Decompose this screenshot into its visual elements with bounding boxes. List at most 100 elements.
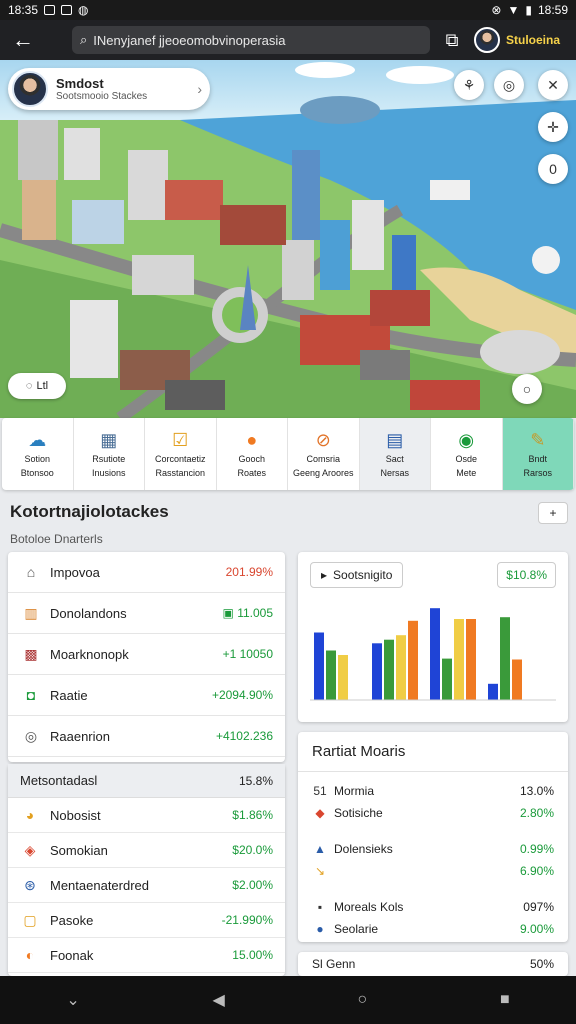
market-right-row[interactable]: ↘ 6.90% xyxy=(298,860,568,882)
user-avatar xyxy=(12,71,48,107)
market-label: Nobosist xyxy=(50,807,101,823)
market-right-label: Mormia xyxy=(334,784,375,798)
keyboard-icon[interactable]: ⌄ xyxy=(66,990,79,1010)
back-icon[interactable]: ◀ xyxy=(213,990,225,1010)
tab-label-line1: Sotion xyxy=(24,454,51,464)
market-right-row[interactable]: ● Seolarie 9.00% xyxy=(298,918,568,940)
section-title: Kotortnajiolotackes xyxy=(10,502,169,521)
market-right-icon: ▲ xyxy=(314,842,326,856)
chart-bar xyxy=(372,643,382,700)
chart-bar xyxy=(466,619,476,700)
recents-icon[interactable]: ■ xyxy=(500,991,510,1009)
search-map-icon[interactable]: ○ xyxy=(512,374,542,404)
chevron-right-icon: › xyxy=(197,81,202,97)
chart-bar xyxy=(442,658,452,700)
chart-bar xyxy=(430,608,440,700)
market-row[interactable]: ◕ Nobosist $1.86% xyxy=(8,798,285,833)
sync-icon: ◍ xyxy=(78,3,89,17)
status-bar: 18:35 ◍ ⊗ ▼ ▮ 18:59 xyxy=(0,0,576,20)
user-card[interactable]: Smdost Sootsmooio Stackes › xyxy=(8,68,210,110)
market-value: 15.00% xyxy=(232,948,273,962)
tab-label-line2: Inusions xyxy=(91,468,126,478)
tab-icon: ◉ xyxy=(458,430,475,450)
market-right-value: 6.90% xyxy=(519,864,554,878)
tab-2[interactable]: ☑ Corcontaetiz Rasstancion xyxy=(145,418,217,490)
market-right-row[interactable]: ▪ Moreals Kols 097% xyxy=(298,896,568,918)
tab-label-line1: Gooch xyxy=(238,454,266,464)
external-link-icon[interactable]: ⧉ xyxy=(438,30,466,51)
layers-icon[interactable]: ⚘ xyxy=(454,70,484,100)
user-subtitle: Sootsmooio Stackes xyxy=(56,91,148,102)
tab-5[interactable]: ▤ Sact Nersas xyxy=(359,418,431,490)
tab-icon: ✎ xyxy=(530,430,546,450)
list-item[interactable]: ▥ Donolandons ▣ 11.005 xyxy=(8,593,285,634)
tab-7[interactable]: ✎ Bndt Rarsos xyxy=(502,418,574,490)
list-label: Raatie xyxy=(50,687,88,703)
list-value: 201.99% xyxy=(225,565,273,579)
market-header: Metsontadasl 15.8% xyxy=(8,764,285,798)
market-label: Mentaenaterdred xyxy=(50,877,150,893)
time-right: 18:59 xyxy=(537,3,568,17)
market-value: $20.0% xyxy=(232,843,273,857)
tab-1[interactable]: ▦ Rsutiote Inusions xyxy=(74,418,145,490)
market-right-label: Dolensieks xyxy=(334,842,393,856)
locate-icon[interactable]: ◎ xyxy=(494,70,524,100)
market-row[interactable]: ⊛ Mentaenaterdred $2.00% xyxy=(8,868,285,903)
market-icon: ◕ xyxy=(25,807,35,823)
more-button[interactable]: + xyxy=(538,502,568,524)
tab-label-line2: Btonsoo xyxy=(20,468,54,478)
last-row-label: Sl Genn xyxy=(312,957,356,971)
market-row[interactable]: ◈ Somokian $20.0% xyxy=(8,833,285,868)
tools-icon[interactable]: ✕ xyxy=(538,70,568,100)
chart-bar xyxy=(326,650,336,700)
list-item[interactable]: ▩ Moarknonopk +1 10050 xyxy=(8,634,285,675)
list-icon: ◎ xyxy=(24,727,38,744)
list-item[interactable]: ◎ Raaenrion +4102.236 xyxy=(8,716,285,757)
market-right-icon: ● xyxy=(316,922,324,936)
list-icon: ▥ xyxy=(24,604,38,621)
market-right-icon: ↘ xyxy=(314,864,326,878)
market-row[interactable]: ◐ Foonak 15.00% xyxy=(8,938,285,973)
city-map[interactable]: Smdost Sootsmooio Stackes › ⚘ ◎ ✕ ✛ 0 ○ ◌… xyxy=(0,60,576,418)
tab-label-line2: Roates xyxy=(237,468,267,478)
mail-icon xyxy=(61,5,73,15)
city-illustration xyxy=(0,60,576,418)
list-item[interactable]: ◘ Raatie +2094.90% xyxy=(8,675,285,716)
list-item[interactable]: ⌂ Impovoa 201.99% xyxy=(8,552,285,593)
battery-icon: ▮ xyxy=(525,3,532,17)
market-header-label: Metsontadasl xyxy=(20,773,98,788)
market-right-row[interactable]: ▲ Dolensieks 0.99% xyxy=(298,838,568,860)
market-right-label: Seolarie xyxy=(334,922,379,936)
market-right-value: 0.99% xyxy=(519,842,554,856)
tab-label-line1: Corcontaetiz xyxy=(154,454,206,464)
list-value: +1 10050 xyxy=(222,647,273,661)
market-icon: ⊛ xyxy=(24,876,36,893)
chart-panel: ▸ Sootsnigito $10.8% xyxy=(298,552,568,722)
search-field[interactable]: ⌕ INenyjanef jjeoeomobvinoperasia xyxy=(72,26,430,54)
chart-bar xyxy=(396,635,406,700)
tab-label-line2: Rarsos xyxy=(523,468,552,478)
top-bar: ← ⌕ INenyjanef jjeoeomobvinoperasia ⧉ Stu… xyxy=(0,20,576,60)
chart-bar xyxy=(500,617,510,700)
profile-button[interactable]: Stuloeina xyxy=(474,27,560,53)
back-arrow-icon[interactable]: ← xyxy=(8,27,38,53)
market-right-row[interactable]: 51 Mormia 13.0% xyxy=(298,780,568,802)
tab-4[interactable]: ⊘ Comsria Geeng Aroores xyxy=(288,418,360,490)
home-icon[interactable]: ○ xyxy=(358,991,368,1009)
tab-label-line1: Sact xyxy=(385,454,404,464)
list-value: +2094.90% xyxy=(211,688,273,702)
tab-6[interactable]: ◉ Osde Mete xyxy=(431,418,503,490)
zero-icon[interactable]: 0 xyxy=(538,154,568,184)
tab-label-line2: Geeng Aroores xyxy=(292,468,354,478)
tab-icon: ⊘ xyxy=(315,430,331,450)
map-pill[interactable]: ◌ Ltl xyxy=(8,373,66,399)
market-right-value: 9.00% xyxy=(519,922,554,936)
market-right-row[interactable]: ◆ Sotisiche 2.80% xyxy=(298,802,568,824)
avatar xyxy=(474,27,500,53)
search-icon: ⌕ xyxy=(80,32,88,47)
list-icon: ▩ xyxy=(24,645,38,662)
market-row[interactable]: ▢ Pasoke -21.990% xyxy=(8,903,285,938)
tab-0[interactable]: ☁ Sotion Btonsoo xyxy=(2,418,74,490)
compass-icon[interactable]: ✛ xyxy=(538,112,568,142)
tab-3[interactable]: ● Gooch Roates xyxy=(217,418,288,490)
